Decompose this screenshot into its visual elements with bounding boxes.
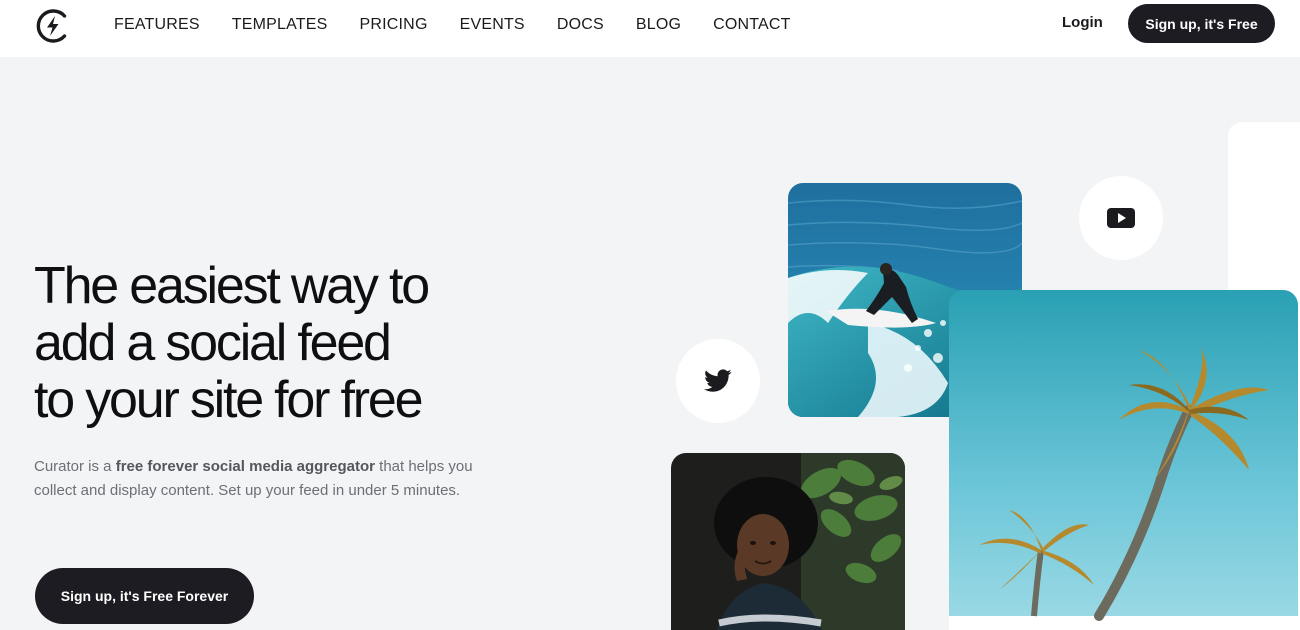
main-menu: FEATURES TEMPLATES PRICING EVENTS DOCS B… — [114, 0, 823, 50]
nav-link-docs[interactable]: DOCS — [557, 16, 604, 34]
youtube-icon — [1107, 208, 1135, 228]
nav-link-events[interactable]: EVENTS — [460, 16, 525, 34]
login-link[interactable]: Login — [1062, 14, 1103, 31]
top-navigation: FEATURES TEMPLATES PRICING EVENTS DOCS B… — [0, 0, 1300, 57]
hero-title-line: The easiest way to — [34, 257, 430, 315]
hero-signup-button[interactable]: Sign up, it's Free Forever — [35, 568, 254, 624]
nav-link-templates[interactable]: TEMPLATES — [232, 16, 328, 34]
desc-highlight: free forever social media aggregator — [115, 458, 375, 475]
hero-title-line: to your site for free — [34, 371, 424, 429]
hero-description: Curator is a free forever social media a… — [34, 455, 474, 503]
nav-signup-button[interactable]: Sign up, it's Free — [1128, 4, 1275, 43]
twitter-icon — [704, 369, 732, 392]
nav-link-contact[interactable]: CONTACT — [713, 16, 791, 34]
nav-link-blog[interactable]: BLOG — [636, 16, 681, 34]
nav-link-pricing[interactable]: PRICING — [360, 16, 428, 34]
lightning-circle-icon[interactable] — [34, 8, 72, 44]
twitter-icon-bubble — [676, 339, 760, 423]
desc-text: Curator is a — [34, 458, 116, 475]
youtube-icon-bubble — [1079, 176, 1163, 260]
woman-portrait-photo — [671, 453, 905, 630]
palm-trees-photo — [949, 290, 1298, 630]
hero-title: The easiest way to add a social feed to … — [34, 258, 504, 429]
hero-title-line: add a social feed — [34, 314, 392, 372]
nav-link-features[interactable]: FEATURES — [114, 16, 200, 34]
